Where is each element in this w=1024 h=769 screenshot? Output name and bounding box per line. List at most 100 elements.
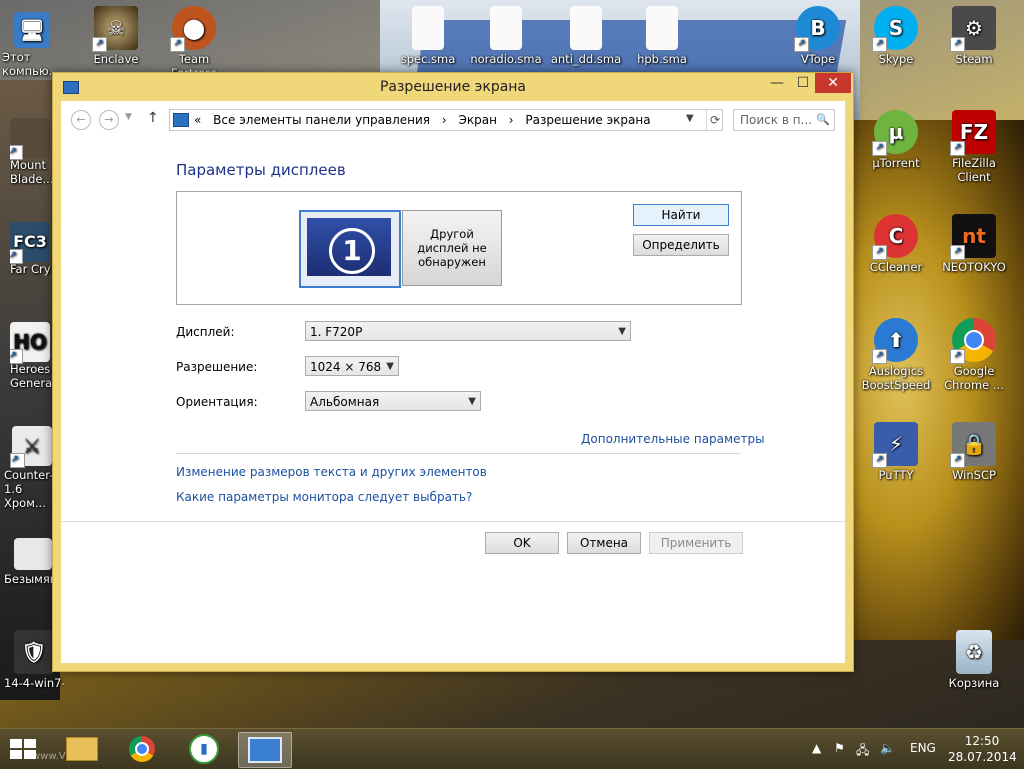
desktop-icon-enclave[interactable]: ☠ ↗ Enclave [80,6,152,66]
monitor-settings-help-link[interactable]: Какие параметры монитора следует выбрать… [176,490,472,504]
breadcrumb-screen-resolution[interactable]: Разрешение экрана [525,113,650,127]
control-panel-icon [173,113,189,127]
chevron-down-icon: ▼ [618,326,626,337]
desktop-icon-label: PuTTY [878,468,914,482]
up-button[interactable]: ↑ [147,110,159,126]
breadcrumb-overflow[interactable]: « [194,113,201,127]
clock-date: 28.07.2014 [948,750,1017,764]
recent-locations-button[interactable]: ▼ [125,112,132,122]
resolution-select[interactable]: 1024 × 768 ▼ [305,356,399,376]
desktop-icon-skype[interactable]: S ↗ Skype [860,6,932,66]
refresh-icon: ⟳ [709,113,721,127]
orientation-select[interactable]: Альбомная ▼ [305,391,481,411]
breadcrumb-display[interactable]: Экран [458,113,496,127]
language-indicator[interactable]: ENG [910,741,936,755]
utorrent-icon: µ ↗ [872,110,918,156]
back-button[interactable]: ← [71,110,91,130]
monitor-preview-panel: 1 Другой дисплей не обнаружен Найти Опре… [176,191,742,305]
game-icon: HO ↗ [10,322,50,364]
minimize-button[interactable]: — [763,73,791,93]
page-title: Параметры дисплеев [176,161,346,179]
display-label: Дисплей: [176,325,235,339]
ok-button[interactable]: OK [485,532,559,554]
clock[interactable]: 12:50 28.07.2014 [948,733,1017,765]
desktop-icon-neotokyo[interactable]: nt ↗ NEOTOKYO [938,214,1010,274]
skull-icon: ☠ ↗ [92,6,138,52]
desktop-icon-label: 14-4-win7-... [4,676,64,690]
chevron-down-icon: ▼ [125,112,132,122]
desktop-icon-team-fortress[interactable]: ⬤↗ Team Fortress [158,6,230,80]
desktop-icon-label: Heroes Genera... [10,362,64,390]
desktop-icon-noradio-sma[interactable]: noradio.sma [470,6,542,66]
desktop-icon-putty[interactable]: ⚡ ↗ PuTTY [860,422,932,482]
clock-time: 12:50 [964,734,1000,748]
desktop-icon-label: noradio.sma [470,52,542,66]
desktop-icon-label: anti_dd.sma [550,52,622,66]
search-box[interactable]: Поиск в п... 🔍 [733,109,835,131]
taskbar-network-meter[interactable]: ▮ [178,732,230,766]
game-icon: ⚔ ↗ [10,426,52,468]
refresh-button[interactable]: ⟳ [706,110,723,130]
desktop-icon-anti-dd-sma[interactable]: anti_dd.sma [550,6,622,66]
taskbar-screen-resolution[interactable] [238,732,292,768]
screen-resolution-window[interactable]: Разрешение экрана — ☐ ✕ ← → ▼ ↑ « Все эл… [52,72,854,672]
advanced-settings-link[interactable]: Дополнительные параметры [581,432,765,446]
forward-button[interactable]: → [99,110,119,130]
desktop-icon-chrome[interactable]: ↗ Google Chrome ... [938,318,1010,392]
desktop-icon-label: Корзина [948,676,1000,690]
address-dropdown-button[interactable]: ▼ [686,113,694,124]
breadcrumb-separator[interactable]: › [442,113,447,127]
breadcrumb-separator[interactable]: › [509,113,514,127]
chevron-down-icon: ▼ [386,361,394,372]
chevron-down-icon: ▼ [468,396,476,407]
cancel-button[interactable]: Отмена [567,532,641,554]
volume-icon[interactable]: 🔈 [880,741,895,755]
neotokyo-icon: nt ↗ [950,214,996,260]
display-select[interactable]: 1. F720P ▼ [305,321,631,341]
monitor-1-tile[interactable]: 1 [299,210,401,288]
desktop-icon-steam[interactable]: ⚙ ↗ Steam [938,6,1010,66]
find-button[interactable]: Найти [633,204,729,226]
detect-button[interactable]: Определить [633,234,729,256]
shield-icon: 🛡 [14,630,54,674]
desktop-icon-this-pc[interactable]: 🖥 Этот компью... [2,12,62,78]
taskbar: www.VE...l.ru ▮ ▲ ⚑ 🖧 🔈 ENG 12:50 28.07.… [0,728,1024,769]
close-button[interactable]: ✕ [815,73,851,93]
arrow-up-icon: ↑ [147,110,159,126]
desktop-icon-label: Counter-... 1.6 Хром... [4,468,64,510]
desktop-icon-ccleaner[interactable]: C ↗ CCleaner [860,214,932,274]
monitor-2-tile[interactable]: Другой дисплей не обнаружен [402,210,502,286]
desktop-icon-vtope[interactable]: B ↗ VTope [782,6,854,66]
desktop-icon-winscp[interactable]: 🔒 ↗ WinSCP [938,422,1010,482]
network-icon[interactable]: 🖧 [856,741,869,762]
desktop-icon-label: CCleaner [869,260,923,274]
desktop-icon-auslogics[interactable]: ⬆ ↗ Auslogics BoostSpeed [860,318,932,392]
breadcrumb-all-items[interactable]: Все элементы панели управления [213,113,430,127]
folder-icon [66,737,98,761]
display-select-value: 1. F720P [310,325,363,339]
desktop-icon-filezilla[interactable]: FZ ↗ FileZilla Client [938,110,1010,184]
desktop-icon-label: Mount Blade... [10,158,54,186]
apply-button[interactable]: Применить [649,532,743,554]
title-bar[interactable]: Разрешение экрана — ☐ ✕ [53,73,853,101]
show-hidden-icons-button[interactable]: ▲ [812,741,821,755]
desktop-icon-label: VTope [800,52,836,66]
maximize-button[interactable]: ☐ [789,73,817,93]
action-center-icon[interactable]: ⚑ [834,741,845,755]
orientation-label: Ориентация: [176,395,258,409]
taskbar-chrome[interactable] [116,732,168,766]
text-size-link[interactable]: Изменение размеров текста и других элеме… [176,465,487,479]
desktop-icon-hpb-sma[interactable]: hpb.sma [626,6,698,66]
resolution-select-value: 1024 × 768 [310,360,382,374]
taskbar-explorer[interactable] [56,732,108,766]
game-icon: FC3 ↗ [10,222,50,264]
file-icon [570,6,602,50]
boost-icon: ⬆ ↗ [872,318,918,364]
desktop-icon-recycle-bin[interactable]: ♻ Корзина [938,630,1010,690]
signal-icon: ▮ [189,734,219,764]
desktop-icon-label: spec.sma [400,52,456,66]
desktop-icon-spec-sma[interactable]: spec.sma [392,6,464,66]
search-icon[interactable]: 🔍 [816,113,830,126]
address-bar[interactable]: « Все элементы панели управления › Экран… [169,109,723,131]
desktop-icon-utorrent[interactable]: µ ↗ µTorrent [860,110,932,170]
